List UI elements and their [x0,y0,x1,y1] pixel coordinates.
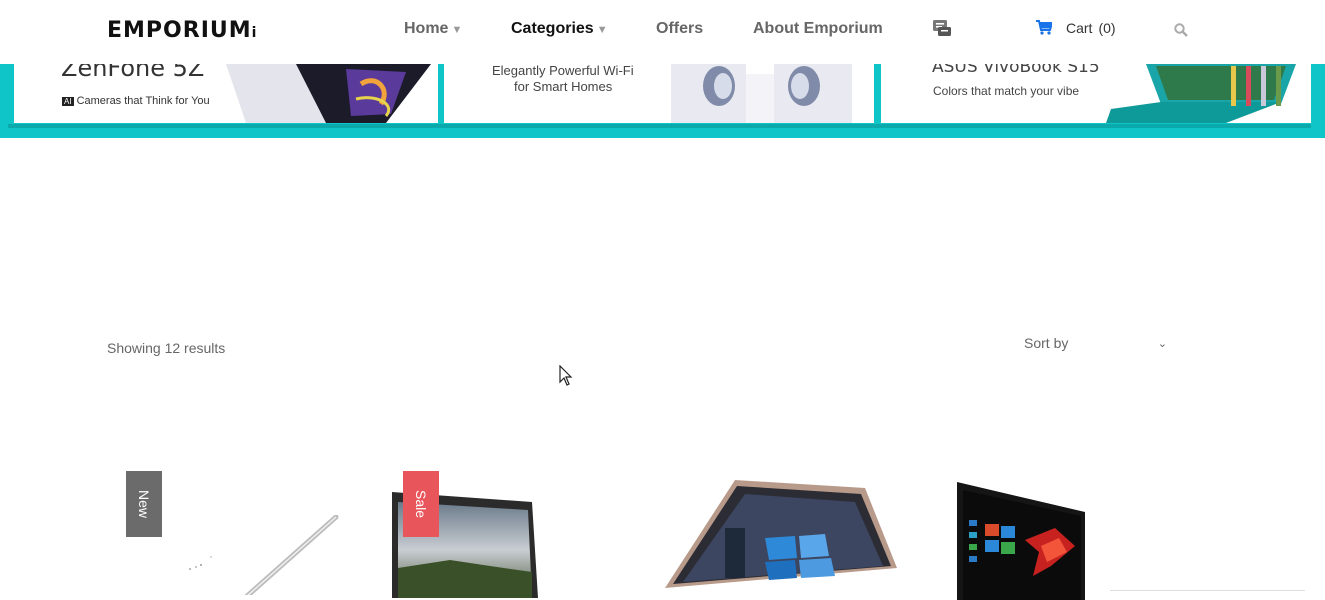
mouse-cursor-icon [559,365,573,386]
promo-subtitle: AI Cameras that Think for You [62,95,210,107]
laptop-image [1106,64,1296,123]
promo-title-line1: Elegantly Powerful Wi-Fi [492,64,634,78]
promo-title: ZenFone 5Z [61,64,205,82]
router-image [671,64,852,123]
cart-icon [1036,20,1054,38]
nav-about[interactable]: About Emporium [753,20,883,38]
chevron-down-icon: ⌄ [1157,338,1167,350]
chevron-down-icon: ▼ [596,24,608,36]
new-badge: New [126,471,162,537]
promo-title-line2: for Smart Homes [514,79,613,94]
promo-title: ASUS VivoBook S15 [932,64,1100,77]
badge-label: Sale [413,489,429,519]
promo-banner-strip: ZenFone 5Z AI Cameras that Think for You … [0,64,1325,138]
product-card[interactable] [665,460,900,600]
results-count: Showing 12 results [107,340,226,356]
contact-card-icon[interactable] [932,19,952,42]
sort-by-select[interactable]: Sort by ⌄ [1024,335,1169,351]
site-header: EMPORIUMi Home ▼ Categories ▼ Offers About… [0,0,1325,64]
logo-text: EMPORIUM [107,18,252,43]
banner-underline [8,124,1311,128]
nav-categories-label: Categories [511,20,594,37]
ai-badge: AI [62,97,74,106]
nav-home-label: Home [404,20,449,37]
promo-panel-zenfone[interactable]: ZenFone 5Z AI Cameras that Think for You [14,64,438,123]
divider [1110,590,1305,591]
promo-panel-wifi[interactable]: Elegantly Powerful Wi-Fi for Smart Homes [444,64,874,123]
promo-subtitle-text: Cameras that Think for You [76,95,210,107]
nav-about-label: About Emporium [753,20,883,37]
promo-banner-row: ZenFone 5Z AI Cameras that Think for You … [8,64,1318,124]
phone-image [226,64,431,123]
cart-count: (0) [1098,20,1116,36]
search-icon[interactable] [1174,23,1188,42]
promo-subtitle: Colors that match your vibe [933,84,1080,98]
cart-link[interactable]: Cart (0) [1036,20,1116,38]
promo-panel-vivobook[interactable]: ASUS VivoBook S15 Colors that match your… [881,64,1311,123]
sort-by-label: Sort by [1024,335,1069,351]
logo-suffix: i [251,25,258,41]
cart-label: Cart [1066,20,1093,36]
product-card[interactable] [955,460,1095,600]
product-image [665,480,897,588]
badge-label: New [135,489,152,519]
nav-categories[interactable]: Categories ▼ [511,20,608,38]
site-logo[interactable]: EMPORIUMi [107,18,257,43]
sale-badge: Sale [403,471,439,537]
nav-offers[interactable]: Offers [656,20,703,38]
product-card[interactable]: Sale [390,460,550,600]
nav-home[interactable]: Home ▼ [404,20,462,38]
chevron-down-icon: ▼ [451,24,463,36]
product-image [189,515,339,595]
product-card[interactable]: New [126,460,356,600]
product-image [957,482,1085,600]
nav-offers-label: Offers [656,20,704,37]
